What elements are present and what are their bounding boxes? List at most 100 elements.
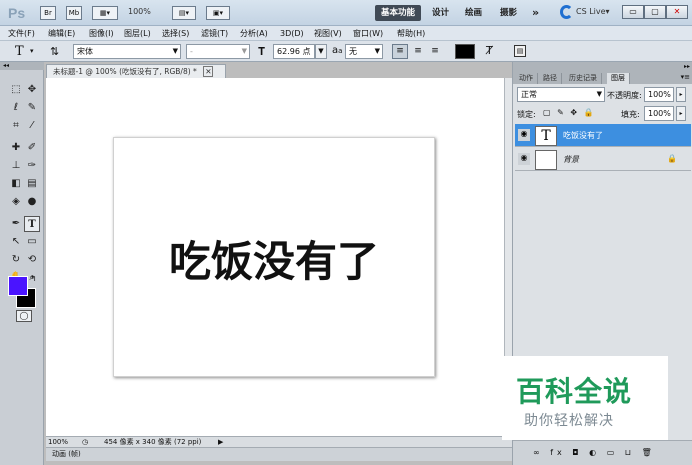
layer-row-text[interactable]: ◉ T 吃饭没有了 — [515, 124, 691, 147]
maximize-button[interactable]: ▢ — [644, 5, 666, 19]
tab-actions[interactable]: 动作 — [515, 73, 538, 84]
workspace-essentials[interactable]: 基本功能 — [375, 5, 422, 21]
menu-3d[interactable]: 3D(D) — [280, 27, 304, 40]
watermark-title: 百科全说 — [516, 375, 633, 408]
gradient-tool-icon[interactable]: ▤ — [24, 176, 40, 192]
foreground-color-swatch[interactable] — [8, 276, 28, 296]
close-tab-icon[interactable]: ✕ — [203, 66, 214, 77]
cs-live-icon — [560, 5, 573, 19]
status-bar: 100% ◷ 454 像素 x 340 像素 (72 ppi) ▶ — [46, 436, 512, 447]
collapse-icon[interactable]: ◂◂ — [0, 62, 44, 70]
animation-panel-label: 动画 (帧) — [52, 450, 81, 458]
menu-view[interactable]: 视图(V) — [314, 27, 342, 40]
layer-thumbnail: T — [535, 126, 557, 146]
layer-row-background[interactable]: ◉ 背景 🔒 — [515, 148, 691, 171]
brush-tool-icon[interactable]: ✐ — [24, 140, 40, 156]
cs-live-button[interactable]: CS Live▾ — [576, 7, 610, 16]
pen-tool-icon[interactable]: ✒ — [8, 216, 24, 232]
path-selection-tool-icon[interactable]: ↖ — [8, 234, 24, 250]
workspace-photography[interactable]: 摄影 — [494, 5, 523, 21]
font-style-select[interactable]: - ▼ — [186, 44, 250, 59]
align-left-icon[interactable]: ≡ — [392, 44, 408, 59]
type-tool-icon[interactable]: T — [24, 216, 40, 232]
image-canvas[interactable]: 吃饭没有了 — [113, 137, 435, 377]
3d-orbit-tool-icon[interactable]: ⟲ — [24, 252, 40, 268]
opacity-input[interactable]: 100% — [644, 87, 674, 102]
menu-edit[interactable]: 编辑(E) — [48, 27, 75, 40]
canvas-text-layer[interactable]: 吃饭没有了 — [114, 228, 434, 289]
3d-rotate-tool-icon[interactable]: ↻ — [8, 252, 24, 268]
menu-image[interactable]: 图像(I) — [89, 27, 114, 40]
swap-colors-icon[interactable]: ↰ — [30, 274, 37, 283]
status-menu-arrow-icon[interactable]: ▶ — [218, 437, 223, 447]
chevron-down-icon[interactable]: ▾ — [30, 47, 34, 55]
zoom-level[interactable]: 100% — [128, 7, 151, 16]
menu-analysis[interactable]: 分析(A) — [240, 27, 268, 40]
blend-mode-select[interactable]: 正常 ▼ — [517, 87, 605, 102]
expand-icon[interactable]: ▸▸ — [513, 62, 692, 72]
document-tab-title: 未标题-1 @ 100% (吃饭没有了, RGB/8) * — [53, 67, 197, 76]
quick-selection-tool-icon[interactable]: ✎ — [24, 100, 40, 116]
layer-actions-icons[interactable]: ∞ fx ◘ ◐ ▭ ⊔ 🗑 — [533, 448, 656, 457]
menu-select[interactable]: 选择(S) — [162, 27, 189, 40]
layer-name[interactable]: 背景 — [563, 154, 579, 165]
eyedropper-tool-icon[interactable]: ⁄ — [24, 118, 40, 134]
menu-filter[interactable]: 滤镜(T) — [201, 27, 228, 40]
opacity-slider-icon[interactable]: ▸ — [676, 87, 686, 102]
align-right-icon[interactable]: ≡ — [427, 44, 443, 59]
fill-slider-icon[interactable]: ▸ — [676, 106, 686, 121]
crop-tool-icon[interactable]: ⌗ — [8, 118, 24, 134]
font-size-input[interactable]: 62.96 点 — [273, 44, 315, 59]
screen-mode-button[interactable]: ▣▾ — [206, 6, 230, 20]
view-extras-button[interactable]: ▦▾ — [92, 6, 118, 20]
more-workspaces-button[interactable]: » — [526, 5, 545, 21]
minimize-button[interactable]: ▭ — [622, 5, 644, 19]
character-panel-icon[interactable]: ▤ — [514, 45, 526, 57]
close-button[interactable]: ✕ — [666, 5, 688, 19]
move-tool-icon[interactable]: ✥ — [24, 82, 40, 98]
bridge-button[interactable]: Br — [40, 6, 56, 20]
font-family-value: 宋体 — [77, 47, 93, 56]
workspace-design[interactable]: 设计 — [426, 5, 455, 21]
rectangle-tool-icon[interactable]: ▭ — [24, 234, 40, 250]
font-size-dropdown-icon[interactable]: ▼ — [315, 44, 327, 59]
type-tool-preset-icon[interactable]: T — [15, 44, 24, 59]
toggle-orientation-icon[interactable]: ⇅ — [50, 45, 59, 58]
lock-icons[interactable]: ▢ ✎ ✥ 🔒 — [543, 108, 596, 117]
clone-stamp-tool-icon[interactable]: ⊥ — [8, 158, 24, 174]
align-center-icon[interactable]: ≡ — [410, 44, 426, 59]
document-tab[interactable]: 未标题-1 @ 100% (吃饭没有了, RGB/8) * ✕ — [46, 64, 226, 78]
text-color-swatch[interactable] — [455, 44, 475, 59]
menu-layer[interactable]: 图层(L) — [124, 27, 151, 40]
eraser-tool-icon[interactable]: ◧ — [8, 176, 24, 192]
lock-icon: 🔒 — [667, 154, 677, 163]
status-icon[interactable]: ◷ — [82, 437, 88, 447]
lasso-tool-icon[interactable]: ℓ — [8, 100, 24, 116]
status-zoom[interactable]: 100% — [48, 437, 68, 447]
layer-name[interactable]: 吃饭没有了 — [563, 130, 603, 141]
eye-icon[interactable]: ◉ — [518, 129, 530, 141]
workspace-painting[interactable]: 绘画 — [459, 5, 488, 21]
blur-tool-icon[interactable]: ◈ — [8, 194, 24, 210]
marquee-tool-icon[interactable]: ⬚ — [8, 82, 24, 98]
eye-icon[interactable]: ◉ — [518, 153, 530, 165]
font-family-select[interactable]: 宋体 ▼ — [73, 44, 181, 59]
dodge-tool-icon[interactable]: ● — [24, 194, 40, 210]
warp-text-icon[interactable]: Ⱦ — [486, 44, 493, 57]
history-brush-tool-icon[interactable]: ✑ — [24, 158, 40, 174]
quick-mask-icon[interactable]: ◯ — [16, 310, 32, 322]
fill-input[interactable]: 100% — [644, 106, 674, 121]
menu-help[interactable]: 帮助(H) — [397, 27, 425, 40]
spot-healing-tool-icon[interactable]: ✚ — [8, 140, 24, 156]
panel-menu-icon[interactable]: ▾≡ — [681, 73, 690, 81]
arrange-documents-button[interactable]: ▤▾ — [172, 6, 196, 20]
blend-mode-value: 正常 — [521, 90, 537, 99]
menu-window[interactable]: 窗口(W) — [353, 27, 383, 40]
tab-layers[interactable]: 图层 — [607, 73, 630, 84]
antialias-select[interactable]: 无 ▼ — [345, 44, 383, 59]
menu-file[interactable]: 文件(F) — [8, 27, 35, 40]
tab-history[interactable]: 历史记录 — [565, 73, 602, 84]
tab-paths[interactable]: 路径 — [539, 73, 562, 84]
mini-bridge-button[interactable]: Mb — [66, 6, 82, 20]
animation-panel[interactable]: 动画 (帧) — [46, 447, 512, 461]
